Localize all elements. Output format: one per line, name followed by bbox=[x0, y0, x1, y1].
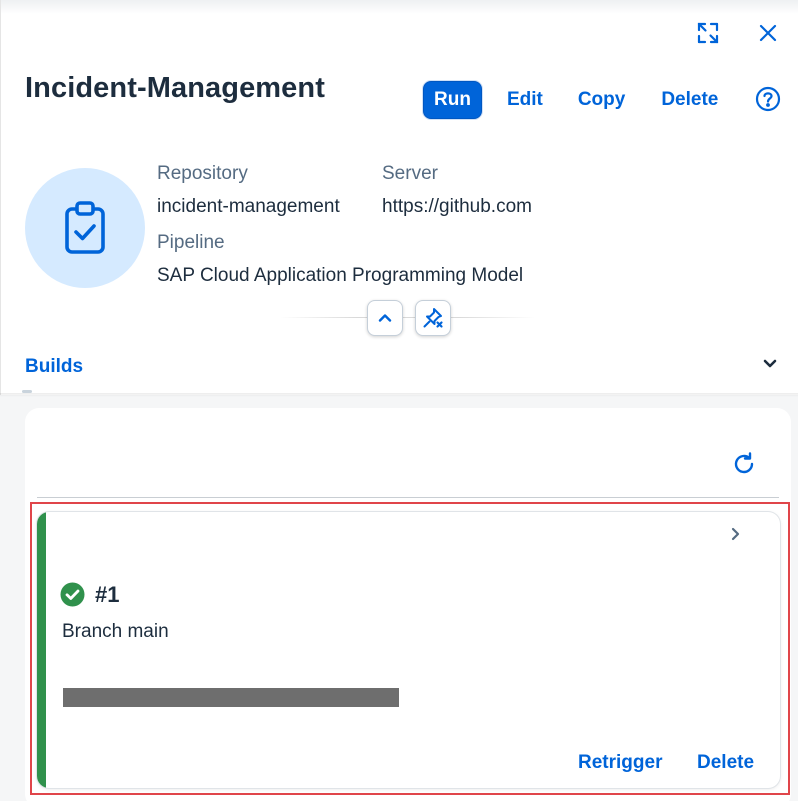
close-icon[interactable] bbox=[752, 17, 784, 49]
unpin-icon bbox=[423, 308, 443, 328]
top-shade bbox=[0, 0, 798, 14]
chevron-up-icon bbox=[378, 314, 392, 322]
refresh-icon[interactable] bbox=[728, 448, 760, 480]
tab-builds[interactable]: Builds bbox=[25, 356, 83, 378]
chevron-down-icon[interactable] bbox=[758, 352, 782, 376]
content-shadow bbox=[0, 393, 798, 397]
delete-build-button[interactable]: Delete bbox=[697, 752, 754, 774]
repository-label: Repository bbox=[157, 163, 248, 184]
avatar bbox=[25, 168, 145, 288]
build-status-accent bbox=[37, 512, 46, 788]
header-divider bbox=[280, 317, 535, 318]
help-icon[interactable] bbox=[752, 83, 784, 115]
build-card[interactable] bbox=[37, 512, 780, 788]
server-label: Server bbox=[382, 163, 438, 184]
chevron-right-icon[interactable] bbox=[719, 518, 751, 550]
pipeline-label: Pipeline bbox=[157, 232, 225, 253]
retrigger-button[interactable]: Retrigger bbox=[578, 752, 662, 774]
page-title: Incident-Management bbox=[25, 72, 325, 104]
server-value: https://github.com bbox=[382, 196, 532, 217]
clipboard-check-icon bbox=[65, 201, 105, 254]
build-branch: Branch main bbox=[62, 621, 169, 642]
success-check-icon bbox=[60, 582, 85, 607]
redacted-text bbox=[63, 688, 399, 707]
collapse-header-button[interactable] bbox=[367, 300, 403, 336]
pipeline-value: SAP Cloud Application Programming Model bbox=[157, 265, 524, 286]
unpin-header-button[interactable] bbox=[415, 300, 451, 336]
dialog-left-border bbox=[0, 0, 1, 395]
panel-separator bbox=[37, 497, 779, 498]
build-number: #1 bbox=[95, 582, 120, 607]
delete-button[interactable]: Delete bbox=[661, 89, 718, 111]
edit-button[interactable]: Edit bbox=[507, 89, 543, 111]
copy-button[interactable]: Copy bbox=[578, 89, 626, 111]
run-button[interactable]: Run bbox=[423, 81, 482, 119]
exit-fullscreen-icon[interactable] bbox=[692, 17, 724, 49]
repository-value: incident-management bbox=[157, 196, 340, 217]
header-toolbar: Run Edit Copy Delete bbox=[423, 81, 718, 119]
